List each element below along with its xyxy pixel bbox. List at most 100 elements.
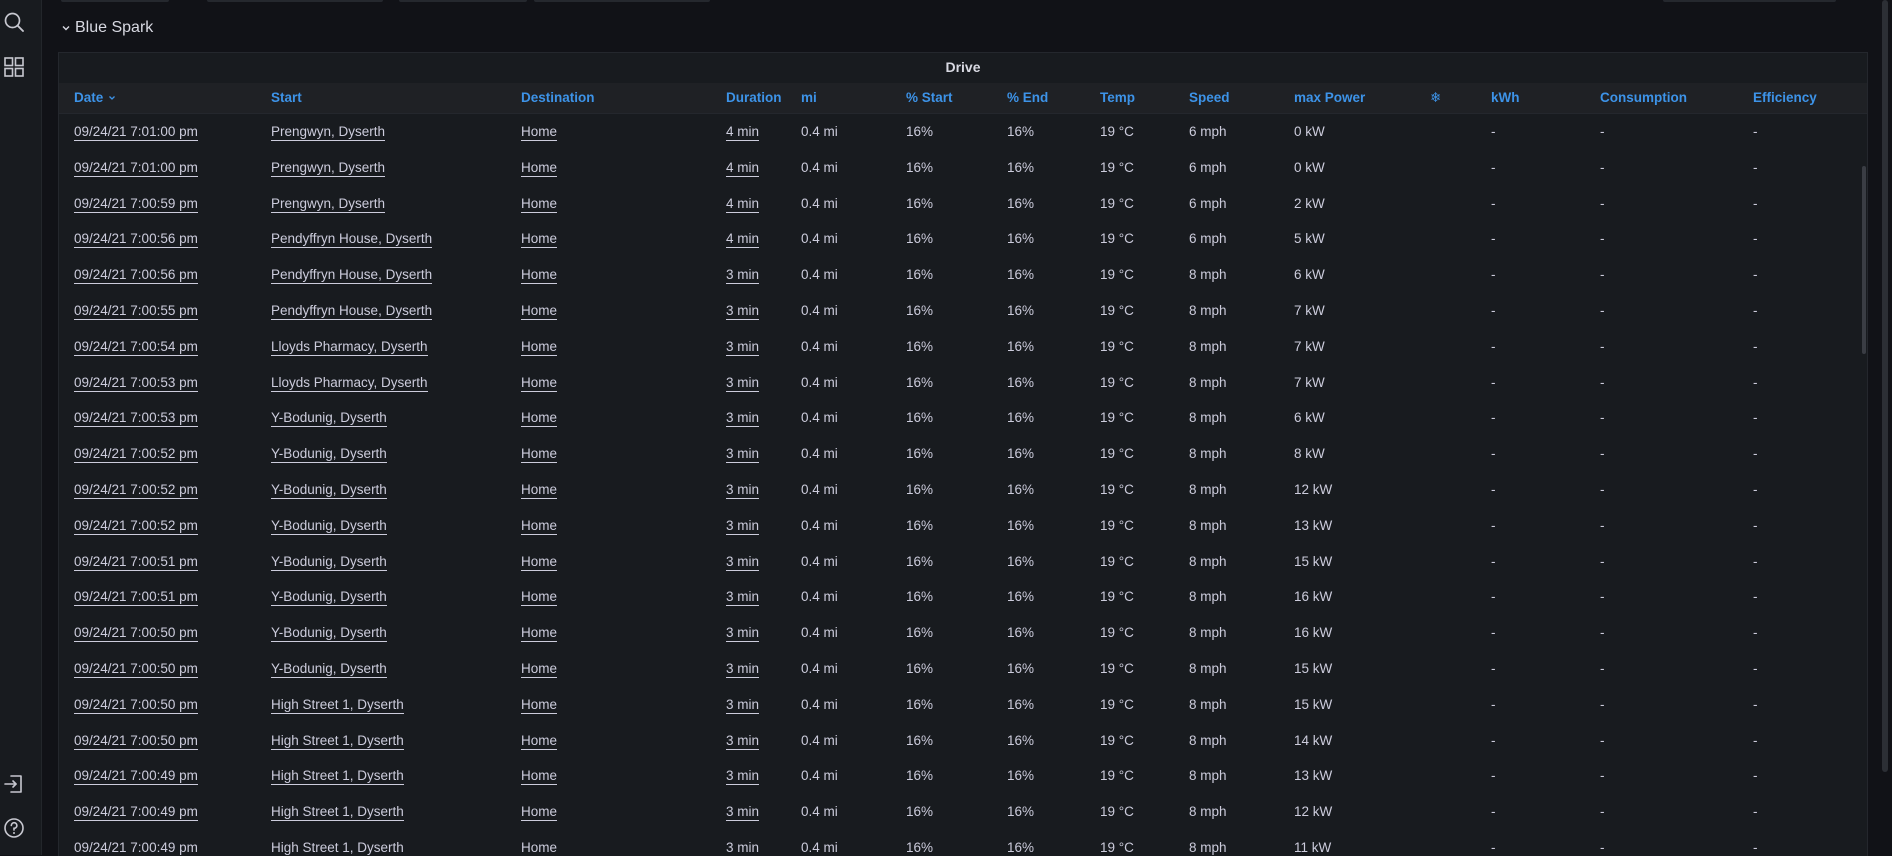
cell-duration[interactable]: 3 min (726, 758, 760, 794)
cell-link[interactable]: Y-Bodunig, Dyserth (271, 410, 387, 428)
cell-duration[interactable]: 3 min (726, 579, 760, 615)
cell-link[interactable]: Home (521, 410, 558, 428)
cell-link[interactable]: 4 min (726, 231, 760, 249)
variable-control[interactable] (399, 0, 527, 2)
cell-link[interactable]: 3 min (726, 804, 760, 822)
cell-date[interactable]: 09/24/21 7:00:50 pm (74, 651, 198, 687)
cell-link[interactable]: 09/24/21 7:00:49 pm (74, 839, 198, 856)
cell-link[interactable]: 09/24/21 7:00:56 pm (74, 267, 198, 285)
cell-link[interactable]: 3 min (726, 696, 760, 714)
cell-start[interactable]: Y-Bodunig, Dyserth (271, 544, 387, 580)
cell-duration[interactable]: 3 min (726, 830, 760, 856)
search-icon[interactable] (3, 11, 25, 33)
cell-start[interactable]: Prengwyn, Dyserth (271, 150, 386, 186)
cell-date[interactable]: 09/24/21 7:00:56 pm (74, 221, 198, 257)
column-header-duration[interactable]: Duration (726, 83, 782, 113)
cell-destination[interactable]: Home (521, 579, 558, 615)
cell-link[interactable]: 09/24/21 7:00:52 pm (74, 517, 198, 535)
cell-start[interactable]: Y-Bodunig, Dyserth (271, 508, 387, 544)
table-scrollbar-thumb[interactable] (1862, 166, 1866, 354)
cell-link[interactable]: Y-Bodunig, Dyserth (271, 589, 387, 607)
cell-link[interactable]: 3 min (726, 768, 760, 786)
cell-link[interactable]: Y-Bodunig, Dyserth (271, 553, 387, 571)
cell-link[interactable]: 09/24/21 7:00:53 pm (74, 410, 198, 428)
cell-link[interactable]: 3 min (726, 660, 760, 678)
cell-date[interactable]: 09/24/21 7:00:50 pm (74, 687, 198, 723)
cell-link[interactable]: 09/24/21 7:00:54 pm (74, 338, 198, 356)
cell-link[interactable]: Home (521, 231, 558, 249)
cell-link[interactable]: Pendyffryn House, Dyserth (271, 231, 433, 249)
cell-link[interactable]: Home (521, 124, 558, 141)
column-header-start[interactable]: Start (271, 83, 302, 113)
cell-start[interactable]: High Street 1, Dyserth (271, 723, 404, 759)
cell-duration[interactable]: 3 min (726, 472, 760, 508)
cell-link[interactable]: 3 min (726, 553, 760, 571)
cell-link[interactable]: 4 min (726, 124, 760, 141)
table-scrollbar[interactable] (1856, 112, 1861, 856)
link-control[interactable] (1663, 0, 1758, 2)
cell-link[interactable]: Home (521, 159, 558, 177)
cell-duration[interactable]: 3 min (726, 365, 760, 401)
cell-date[interactable]: 09/24/21 7:00:52 pm (74, 508, 198, 544)
cell-link[interactable]: Home (521, 696, 558, 714)
cell-link[interactable]: 09/24/21 7:00:53 pm (74, 374, 198, 392)
cell-date[interactable]: 09/24/21 7:00:49 pm (74, 830, 198, 856)
cell-destination[interactable]: Home (521, 830, 558, 856)
cell-duration[interactable]: 3 min (726, 293, 760, 329)
cell-destination[interactable]: Home (521, 472, 558, 508)
cell-start[interactable]: High Street 1, Dyserth (271, 758, 404, 794)
cell-destination[interactable]: Home (521, 365, 558, 401)
cell-destination[interactable]: Home (521, 186, 558, 222)
cell-link[interactable]: Home (521, 553, 558, 571)
cell-link[interactable]: Home (521, 481, 558, 499)
cell-link[interactable]: Y-Bodunig, Dyserth (271, 481, 387, 499)
cell-start[interactable]: High Street 1, Dyserth (271, 830, 404, 856)
cell-duration[interactable]: 3 min (726, 723, 760, 759)
help-icon[interactable] (3, 817, 25, 839)
cell-link[interactable]: Home (521, 804, 558, 822)
cell-start[interactable]: Y-Bodunig, Dyserth (271, 579, 387, 615)
cell-link[interactable]: Lloyds Pharmacy, Dyserth (271, 374, 428, 392)
cell-date[interactable]: 09/24/21 7:00:50 pm (74, 723, 198, 759)
page-scrollbar-thumb[interactable] (1882, 0, 1888, 772)
cell-link[interactable]: 3 min (726, 374, 760, 392)
cell-duration[interactable]: 4 min (726, 114, 760, 150)
cell-destination[interactable]: Home (521, 329, 558, 365)
cell-link[interactable]: 09/24/21 7:00:50 pm (74, 696, 198, 714)
sign-in-icon[interactable] (3, 773, 25, 795)
cell-link[interactable]: 3 min (726, 732, 760, 750)
cell-link[interactable]: High Street 1, Dyserth (271, 804, 404, 822)
cell-start[interactable]: Lloyds Pharmacy, Dyserth (271, 329, 428, 365)
column-header-efficiency[interactable]: Efficiency (1753, 83, 1817, 113)
cell-link[interactable]: Home (521, 302, 558, 320)
dashboards-icon[interactable] (3, 56, 25, 78)
cell-link[interactable]: 4 min (726, 159, 760, 177)
cell-duration[interactable]: 4 min (726, 221, 760, 257)
cell-link[interactable]: 3 min (726, 302, 760, 320)
column-header-soc-end[interactable]: % End (1007, 83, 1048, 113)
cell-destination[interactable]: Home (521, 794, 558, 830)
cell-link[interactable]: 3 min (726, 481, 760, 499)
cell-link[interactable]: Home (521, 839, 558, 856)
cell-link[interactable]: Y-Bodunig, Dyserth (271, 517, 387, 535)
cell-date[interactable]: 09/24/21 7:00:49 pm (74, 794, 198, 830)
cell-link[interactable]: 4 min (726, 195, 760, 213)
cell-date[interactable]: 09/24/21 7:00:53 pm (74, 365, 198, 401)
cell-date[interactable]: 09/24/21 7:00:55 pm (74, 293, 198, 329)
cell-link[interactable]: Home (521, 589, 558, 607)
cell-duration[interactable]: 3 min (726, 400, 760, 436)
cell-date[interactable]: 09/24/21 7:00:54 pm (74, 329, 198, 365)
cell-destination[interactable]: Home (521, 257, 558, 293)
cell-link[interactable]: 09/24/21 7:01:00 pm (74, 159, 198, 177)
cell-link[interactable]: Y-Bodunig, Dyserth (271, 625, 387, 643)
cell-link[interactable]: High Street 1, Dyserth (271, 732, 404, 750)
cell-link[interactable]: 09/24/21 7:00:55 pm (74, 302, 198, 320)
cell-link[interactable]: 3 min (726, 446, 760, 464)
cell-date[interactable]: 09/24/21 7:00:56 pm (74, 257, 198, 293)
cell-link[interactable]: 3 min (726, 517, 760, 535)
cell-link[interactable]: 09/24/21 7:00:51 pm (74, 553, 198, 571)
cell-destination[interactable]: Home (521, 651, 558, 687)
cell-link[interactable]: Home (521, 195, 558, 213)
cell-duration[interactable]: 3 min (726, 544, 760, 580)
row-collapse-toggle[interactable]: Blue Spark (61, 17, 153, 39)
